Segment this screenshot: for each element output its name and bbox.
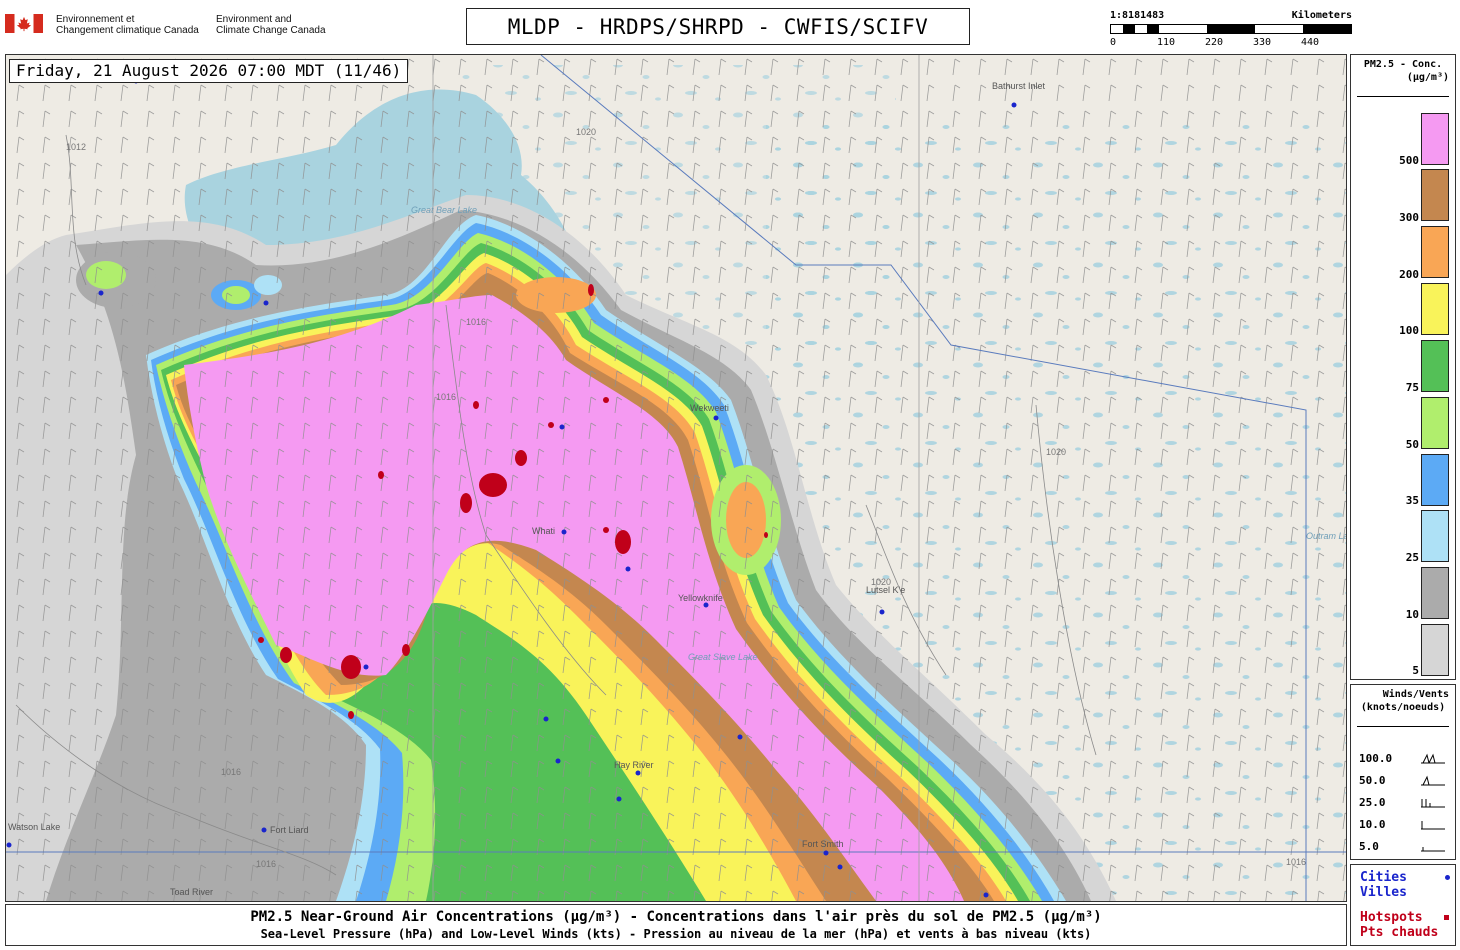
legend-swatch-100	[1421, 283, 1449, 335]
legend-label: 200	[1399, 268, 1419, 281]
pm25-legend-title: PM2.5 - Conc. (µg/m³)	[1351, 58, 1455, 84]
isobar-label: 1016	[436, 392, 456, 402]
map-caption: PM2.5 Near-Ground Air Concentrations (µg…	[5, 904, 1347, 946]
pm25-legend-title-line2: (µg/m³)	[1406, 72, 1449, 83]
legend-swatch-25	[1421, 510, 1449, 562]
wind-barb-5-icon	[1421, 847, 1445, 852]
agency-en-line2: Climate Change Canada	[216, 25, 326, 36]
legend-label: 75	[1405, 381, 1419, 394]
wind-legend-title-line2: (knots/noeuds)	[1360, 702, 1446, 713]
wind-legend-row: 10.0	[1359, 818, 1386, 831]
legend-hotspots-fr: Pts chauds	[1360, 925, 1439, 940]
isobar-label: 1012	[66, 142, 86, 152]
wind-legend-title: Winds/Vents (knots/noeuds)	[1351, 688, 1455, 714]
city-label: Wekweeti	[690, 403, 729, 413]
city-label: Bathurst Inlet	[992, 81, 1046, 91]
city-label: Fort Liard	[270, 825, 309, 835]
header: Environnement et Changement climatique C…	[0, 0, 1460, 52]
agency-en-line1: Environment and	[216, 14, 292, 25]
scale-tick: 440	[1301, 37, 1320, 48]
isobar-label: 1016	[1286, 857, 1306, 867]
scale-tick: 330	[1253, 37, 1272, 48]
agency-name-fr: Environnement et Changement climatique C…	[56, 14, 199, 36]
agency-fr-line1: Environnement et	[56, 14, 135, 25]
water-label: Great Slave Lake	[688, 652, 758, 662]
legend-swatch-5	[1421, 624, 1449, 676]
isobar-label: 1016	[466, 317, 486, 327]
legend-label: 25	[1405, 551, 1419, 564]
legend-swatch-500	[1421, 113, 1449, 165]
wind-barbs-overlay	[6, 55, 1346, 901]
map-title: MLDP - HRDPS/SHRPD - CWFIS/SCIFV	[466, 8, 970, 45]
legend-swatch-300	[1421, 169, 1449, 221]
scale-bar-graphic	[1110, 24, 1352, 34]
cities-hotspots-legend: Cities Villes Hotspots Pts chauds	[1350, 864, 1456, 946]
hotspot-square-icon	[1444, 915, 1449, 920]
city-label: Lutsel K'e	[866, 585, 905, 595]
legend-label: 300	[1399, 211, 1419, 224]
scale-ratio: 1:8181483	[1110, 10, 1165, 21]
legend-swatch-75	[1421, 340, 1449, 392]
pm25-legend: PM2.5 - Conc. (µg/m³) 500 300 200 100 75…	[1350, 54, 1456, 680]
scale-unit: Kilometers	[1291, 10, 1352, 21]
legend-swatch-35	[1421, 454, 1449, 506]
forecast-datetime: Friday, 21 August 2026 07:00 MDT (11/46)	[9, 59, 409, 83]
pm25-legend-title-line1: PM2.5 - Conc.	[1363, 59, 1443, 70]
wind-barb-100-icon	[1421, 753, 1445, 764]
isobar-label: 1016	[256, 859, 276, 869]
city-label: Watson Lake	[8, 822, 60, 832]
scale-bar: 1:8181483 Kilometers 0 110 220 330 440	[1110, 10, 1352, 50]
water-label: Outram Lake	[1306, 531, 1346, 541]
legend-label: 100	[1399, 324, 1419, 337]
wind-legend-row: 100.0	[1359, 752, 1393, 765]
isobar-label: 1020	[576, 127, 596, 137]
city-label: Toad River	[170, 887, 213, 897]
wind-barb-25-icon	[1421, 799, 1445, 808]
city-label: Whati	[532, 526, 555, 536]
legend-label: 500	[1399, 154, 1419, 167]
scale-tick: 220	[1205, 37, 1224, 48]
legend-swatch-50	[1421, 397, 1449, 449]
water-label: Great Bear Lake	[411, 205, 477, 215]
legend-cities-fr: Villes	[1360, 885, 1407, 900]
wind-legend-row: 5.0	[1359, 840, 1379, 853]
map-canvas[interactable]: 1012 1016 1016 1020 1020 1020 1016 1016 …	[6, 55, 1346, 901]
legend-label: 35	[1405, 494, 1419, 507]
wind-legend-row: 25.0	[1359, 796, 1386, 809]
canada-flag-icon	[5, 14, 43, 33]
wind-legend-title-line1: Winds/Vents	[1382, 689, 1449, 700]
city-dot-icon	[1445, 875, 1450, 880]
legend-hotspots-en: Hotspots	[1360, 910, 1423, 925]
legend-swatch-10	[1421, 567, 1449, 619]
legend-label: 10	[1405, 608, 1419, 621]
legend-label: 5	[1412, 664, 1419, 677]
wind-barb-10-icon	[1421, 821, 1445, 830]
caption-line2: Sea-Level Pressure (hPa) and Low-Level W…	[260, 927, 1092, 941]
scale-tick: 0	[1110, 37, 1117, 48]
legend-cities-en: Cities	[1360, 870, 1407, 885]
wind-legend-row: 50.0	[1359, 774, 1386, 787]
agency-fr-line2: Changement climatique Canada	[56, 25, 199, 36]
isobar-label: 1016	[221, 767, 241, 777]
caption-line1: PM2.5 Near-Ground Air Concentrations (µg…	[250, 909, 1102, 925]
city-label: Yellowknife	[678, 593, 723, 603]
legend-swatch-200	[1421, 226, 1449, 278]
city-label: Fort Smith	[802, 839, 844, 849]
scale-tick: 110	[1157, 37, 1176, 48]
city-label: Hay River	[614, 760, 654, 770]
agency-name-en: Environment and Climate Change Canada	[216, 14, 326, 36]
wind-barb-50-icon	[1421, 775, 1445, 786]
wind-legend: Winds/Vents (knots/noeuds) 100.0 50.0 25…	[1350, 684, 1456, 860]
isobar-label: 1020	[1046, 447, 1066, 457]
smoke-map[interactable]: 1012 1016 1016 1020 1020 1020 1016 1016 …	[5, 54, 1347, 902]
legend-label: 50	[1405, 438, 1419, 451]
